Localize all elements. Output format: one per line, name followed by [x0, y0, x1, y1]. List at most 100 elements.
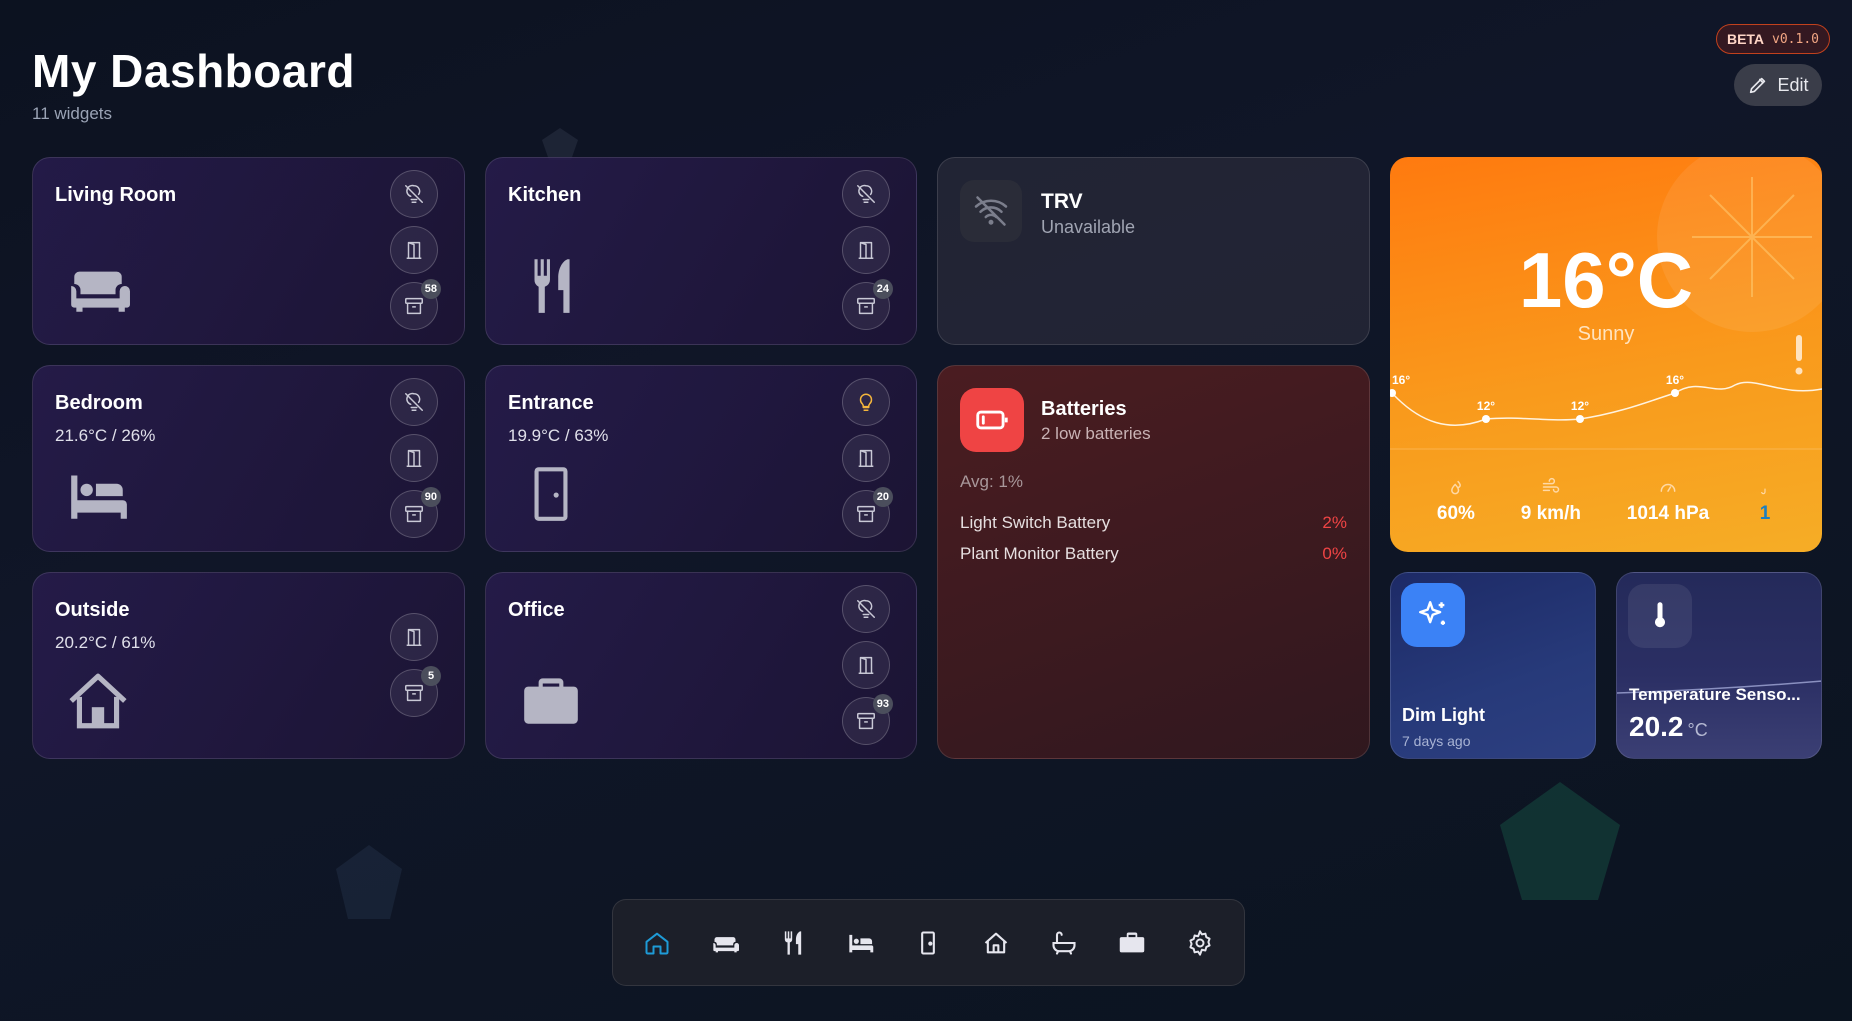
door-button[interactable] — [390, 613, 438, 661]
trv-card[interactable]: TRV Unavailable — [937, 157, 1370, 345]
light-on-button[interactable] — [842, 378, 890, 426]
widget-count: 11 widgets — [32, 104, 113, 123]
lightbulb-off-icon — [855, 598, 877, 620]
sofa-icon — [713, 936, 739, 952]
count-badge: 90 — [420, 487, 441, 507]
lightbulb-off-icon — [855, 183, 877, 205]
room-title: Bedroom — [55, 392, 143, 414]
nav-bathroom[interactable] — [1042, 921, 1086, 965]
umbrella-icon — [1761, 488, 1766, 495]
archive-icon — [855, 710, 877, 732]
archive-icon — [855, 295, 877, 317]
utensils-icon — [784, 930, 801, 955]
weather-condition: Sunny — [1577, 323, 1635, 345]
room-title: Living Room — [55, 184, 177, 206]
sensor-title: Temperature Senso... — [1629, 685, 1801, 704]
door-button[interactable] — [390, 434, 438, 482]
battery-name: Plant Monitor Battery — [960, 544, 1119, 563]
archive-button[interactable]: 90 — [390, 487, 441, 538]
room-card-office[interactable]: Office 93 — [485, 572, 917, 759]
battery-low-icon — [976, 410, 1008, 430]
door-icon — [921, 930, 936, 955]
sparkles-icon — [1419, 601, 1446, 625]
archive-button[interactable]: 24 — [842, 279, 893, 330]
room-title: Kitchen — [508, 184, 582, 206]
forecast-point — [1576, 415, 1584, 423]
forecast-line-chart: 16° 12° 12° 16° — [1390, 373, 1822, 450]
nav-entrance[interactable] — [906, 921, 950, 965]
forecast-label: 12° — [1477, 399, 1495, 413]
room-title: Entrance — [508, 392, 594, 414]
archive-icon — [403, 503, 425, 525]
thermometer-icon-box — [1628, 584, 1692, 648]
count-badge: 93 — [872, 694, 893, 714]
door-button[interactable] — [390, 226, 438, 274]
archive-button[interactable]: 58 — [390, 279, 441, 330]
lightbulb-off-icon — [403, 391, 425, 413]
page-title: My Dashboard — [32, 45, 355, 97]
nav-living-room[interactable] — [703, 921, 747, 965]
version-label: v0.1.0 — [1772, 31, 1819, 47]
batteries-title: Batteries — [1041, 398, 1127, 420]
weather-temperature: 16°C — [1518, 236, 1694, 324]
archive-button[interactable]: 20 — [842, 487, 893, 538]
room-title: Office — [508, 599, 565, 621]
door-icon — [403, 626, 425, 648]
archive-button[interactable]: 5 — [390, 666, 441, 717]
light-off-button[interactable] — [842, 585, 890, 633]
temperature-sensor-card[interactable]: Temperature Senso... 20.2 °C — [1616, 572, 1822, 759]
room-card-bedroom[interactable]: Bedroom 21.6°C / 26% 90 — [32, 365, 465, 552]
nav-kitchen[interactable] — [771, 921, 815, 965]
wind-icon — [1542, 477, 1560, 493]
edit-button[interactable]: Edit — [1734, 64, 1822, 106]
bath-icon — [1052, 930, 1076, 955]
bottom-navigation — [612, 899, 1245, 986]
gauge-icon — [1660, 483, 1676, 492]
door-button[interactable] — [842, 434, 890, 482]
humidity-stat: 60% — [1437, 477, 1475, 525]
pressure-stat: 1014 hPa — [1627, 477, 1709, 525]
room-climate: 19.9°C / 63% — [508, 426, 609, 445]
beta-badge: BETA v0.1.0 — [1715, 24, 1830, 54]
nav-office[interactable] — [1110, 921, 1154, 965]
nav-home[interactable] — [635, 921, 679, 965]
nav-outside[interactable] — [974, 921, 1018, 965]
battery-icon-box — [960, 388, 1024, 452]
utensils-icon — [534, 259, 570, 313]
extra-value: 1 — [1759, 503, 1771, 524]
battery-row: Plant Monitor Battery 0% — [960, 544, 1347, 564]
door-icon — [855, 447, 877, 469]
dim-light-title: Dim Light — [1402, 705, 1485, 725]
door-button[interactable] — [842, 226, 890, 274]
beta-label: BETA — [1726, 31, 1765, 47]
room-card-kitchen[interactable]: Kitchen 24 — [485, 157, 917, 345]
batteries-average: Avg: 1% — [960, 472, 1024, 491]
battery-value: 2% — [1322, 513, 1347, 532]
light-off-button[interactable] — [842, 170, 890, 218]
archive-button[interactable]: 93 — [842, 694, 893, 745]
count-badge: 24 — [872, 279, 893, 299]
room-title: Outside — [55, 599, 130, 621]
trv-title: TRV — [1041, 190, 1083, 213]
light-off-button[interactable] — [390, 378, 438, 426]
light-off-button[interactable] — [390, 170, 438, 218]
door-icon — [534, 467, 568, 521]
lightbulb-icon — [855, 391, 877, 413]
batteries-card[interactable]: Batteries 2 low batteries Avg: 1% Light … — [937, 365, 1370, 759]
room-climate: 20.2°C / 61% — [55, 633, 156, 652]
dim-light-card[interactable]: Dim Light 7 days ago — [1390, 572, 1596, 759]
forecast-label: 12° — [1571, 399, 1589, 413]
archive-icon — [403, 295, 425, 317]
nav-settings[interactable] — [1178, 921, 1222, 965]
room-card-living-room[interactable]: Living Room 58 — [32, 157, 465, 345]
trv-icon-box — [960, 180, 1022, 242]
weather-card[interactable]: 16°C Sunny 16° 12° 12° 16° 60% 9 km/h 1014 … — [1390, 157, 1822, 552]
sofa-icon — [71, 271, 130, 312]
room-card-entrance[interactable]: Entrance 19.9°C / 63% 20 — [485, 365, 917, 552]
door-button[interactable] — [842, 641, 890, 689]
forecast-label: 16° — [1392, 373, 1410, 387]
forecast-point — [1671, 389, 1679, 397]
room-card-outside[interactable]: Outside 20.2°C / 61% 5 — [32, 572, 465, 759]
forecast-line — [1391, 381, 1822, 426]
nav-bedroom[interactable] — [839, 921, 883, 965]
